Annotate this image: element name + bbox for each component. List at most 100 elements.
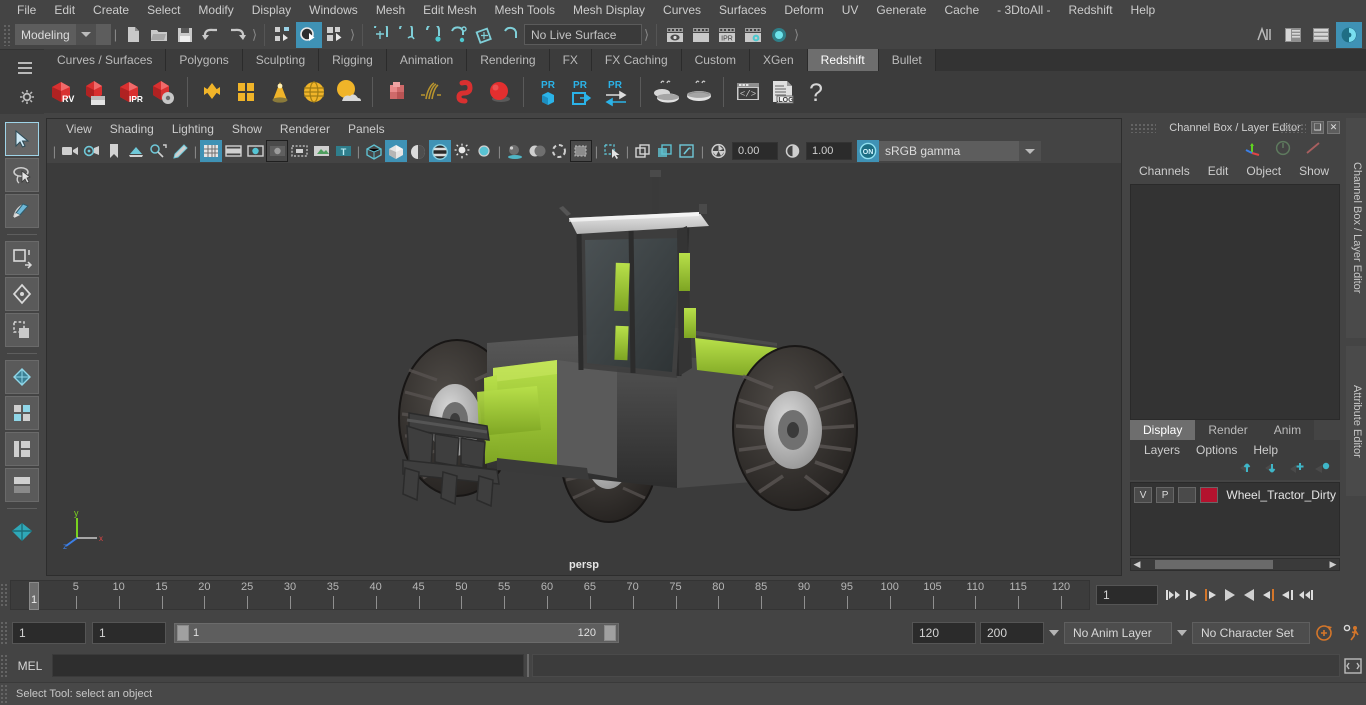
channel-menu-object[interactable]: Object: [1237, 164, 1290, 178]
step-back-frame-icon[interactable]: [1202, 584, 1220, 606]
textured-icon[interactable]: [429, 140, 451, 162]
shelf-tab-polygons[interactable]: Polygons: [166, 49, 243, 71]
script-editor-icon[interactable]: [1340, 654, 1366, 678]
scroll-left-icon[interactable]: ◀: [1131, 559, 1143, 570]
manipulator-axis-icon[interactable]: [1244, 140, 1262, 159]
paint-select-tool[interactable]: [5, 194, 39, 228]
multisample-icon[interactable]: [570, 140, 592, 162]
play-forwards-icon[interactable]: [1240, 584, 1258, 606]
make-live-icon[interactable]: [498, 22, 524, 48]
step-forward-frame-icon[interactable]: [1259, 584, 1277, 606]
redshift-pr-swap-icon[interactable]: PR: [599, 75, 633, 109]
shaded-wireframe-icon[interactable]: [407, 140, 429, 162]
motion-blur-icon[interactable]: [548, 140, 570, 162]
redshift-rv-icon[interactable]: RV: [44, 75, 78, 109]
shelf-tab-curves-surfaces[interactable]: Curves / Surfaces: [44, 49, 167, 71]
panel-grip[interactable]: [1130, 123, 1156, 133]
redshift-bake-set-icon[interactable]: [682, 75, 716, 109]
redshift-physical-sky-icon[interactable]: [331, 75, 365, 109]
select-by-component-icon[interactable]: [322, 22, 348, 48]
menu-item-create[interactable]: Create: [84, 0, 138, 20]
select-camera-icon[interactable]: [59, 140, 81, 162]
viewport-menu-renderer[interactable]: Renderer: [271, 119, 339, 139]
menu-item-mesh-display[interactable]: Mesh Display: [564, 0, 654, 20]
playback-end-time-field[interactable]: 120: [912, 622, 976, 644]
gamma-field[interactable]: 1.00: [806, 142, 852, 160]
redo-icon[interactable]: [224, 22, 250, 48]
menu-item-modify[interactable]: Modify: [189, 0, 242, 20]
layer-list-horizontal-scrollbar[interactable]: ◀ ▶: [1130, 558, 1340, 571]
anim-layer-chevron-down-icon[interactable]: [1044, 630, 1064, 636]
field-chart-icon[interactable]: T: [332, 140, 354, 162]
snap-to-curve-icon[interactable]: [394, 22, 420, 48]
redshift-proxy-icon[interactable]: [380, 75, 414, 109]
ipr-render-icon[interactable]: IPR: [714, 22, 740, 48]
menu-item-curves[interactable]: Curves: [654, 0, 710, 20]
menu-item-select[interactable]: Select: [138, 0, 189, 20]
new-layer-from-selected-icon[interactable]: [1314, 461, 1330, 478]
current-frame-field[interactable]: 1: [1096, 585, 1158, 605]
shelf-options-gear-icon[interactable]: [20, 90, 34, 107]
channel-menu-show[interactable]: Show: [1290, 164, 1338, 178]
redshift-hair-icon[interactable]: [414, 75, 448, 109]
menu-item-3dtoall[interactable]: - 3DtoAll -: [988, 0, 1059, 20]
save-scene-icon[interactable]: [172, 22, 198, 48]
wireframe-icon[interactable]: [363, 140, 385, 162]
redshift-render-sequence-icon[interactable]: [78, 75, 112, 109]
animation-preferences-icon[interactable]: [1338, 624, 1366, 642]
scale-tool[interactable]: [5, 313, 39, 347]
use-default-lighting-icon[interactable]: [451, 140, 473, 162]
status-line-gripper[interactable]: [3, 23, 11, 46]
command-input[interactable]: [52, 654, 524, 677]
layer-color-swatch[interactable]: [1200, 487, 1219, 503]
shelf-tab-rigging[interactable]: Rigging: [319, 49, 387, 71]
layer-menu-layers[interactable]: Layers: [1136, 443, 1188, 457]
redshift-pr-export-icon[interactable]: PR: [565, 75, 599, 109]
layer-menu-help[interactable]: Help: [1245, 443, 1286, 457]
range-end-handle[interactable]: [604, 625, 616, 641]
grease-pencil-icon[interactable]: [169, 140, 191, 162]
panel-undock-icon[interactable]: ❑: [1311, 121, 1324, 134]
redshift-light-ies-icon[interactable]: [263, 75, 297, 109]
menu-item-display[interactable]: Display: [243, 0, 300, 20]
move-layer-up-icon[interactable]: [1239, 461, 1255, 478]
exposure-field[interactable]: 0.00: [732, 142, 778, 160]
shadows-icon[interactable]: [504, 140, 526, 162]
snap-to-grid-icon[interactable]: [368, 22, 394, 48]
snap-to-view-plane-icon[interactable]: [472, 22, 498, 48]
animation-start-time-field[interactable]: 1: [12, 622, 86, 644]
layer-name-label[interactable]: Wheel_Tractor_Dirty: [1222, 488, 1336, 502]
viewport-menu-show[interactable]: Show: [223, 119, 271, 139]
shelf-tab-xgen[interactable]: XGen: [749, 49, 808, 71]
viewport-menu-panels[interactable]: Panels: [339, 119, 394, 139]
time-slider-grip[interactable]: [0, 583, 8, 607]
menu-item-file[interactable]: File: [8, 0, 45, 20]
show-hide-attribute-editor-icon[interactable]: [1280, 22, 1306, 48]
select-by-hierarchy-icon[interactable]: [270, 22, 296, 48]
command-line-grip[interactable]: [0, 653, 8, 678]
go-to-start-icon[interactable]: [1164, 584, 1182, 606]
time-slider[interactable]: 1 5 10 15 20 25 30 35 40 45 50 55 60 65 70 75 80 85 90 95 10…: [10, 580, 1090, 610]
menu-item-mesh-tools[interactable]: Mesh Tools: [486, 0, 564, 20]
move-tool[interactable]: [5, 241, 39, 275]
menu-item-surfaces[interactable]: Surfaces: [710, 0, 775, 20]
open-scene-icon[interactable]: [146, 22, 172, 48]
menu-item-help[interactable]: Help: [1122, 0, 1165, 20]
display-layer-list[interactable]: V P Wheel_Tractor_Dirty: [1130, 482, 1340, 556]
redshift-render-settings-icon[interactable]: [146, 75, 180, 109]
shelf-tab-bullet[interactable]: Bullet: [878, 49, 936, 71]
redshift-log-icon[interactable]: .LOG: [765, 75, 799, 109]
scrollbar-thumb[interactable]: [1155, 560, 1273, 569]
channel-menu-edit[interactable]: Edit: [1199, 164, 1238, 178]
shelf-tab-rendering[interactable]: Rendering: [467, 49, 550, 71]
xray-active-components-icon[interactable]: [676, 140, 698, 162]
range-slider-grip[interactable]: [0, 621, 8, 645]
shelf-tab-animation[interactable]: Animation: [386, 49, 468, 71]
render-sequence-icon[interactable]: [688, 22, 714, 48]
character-set-field[interactable]: No Character Set: [1192, 622, 1310, 644]
redshift-volume-icon[interactable]: [448, 75, 482, 109]
redshift-light-dome-icon[interactable]: [297, 75, 331, 109]
smooth-shade-all-icon[interactable]: [385, 140, 407, 162]
gamma-icon[interactable]: [781, 140, 803, 162]
vtab-attribute-editor[interactable]: Attribute Editor: [1346, 346, 1366, 496]
